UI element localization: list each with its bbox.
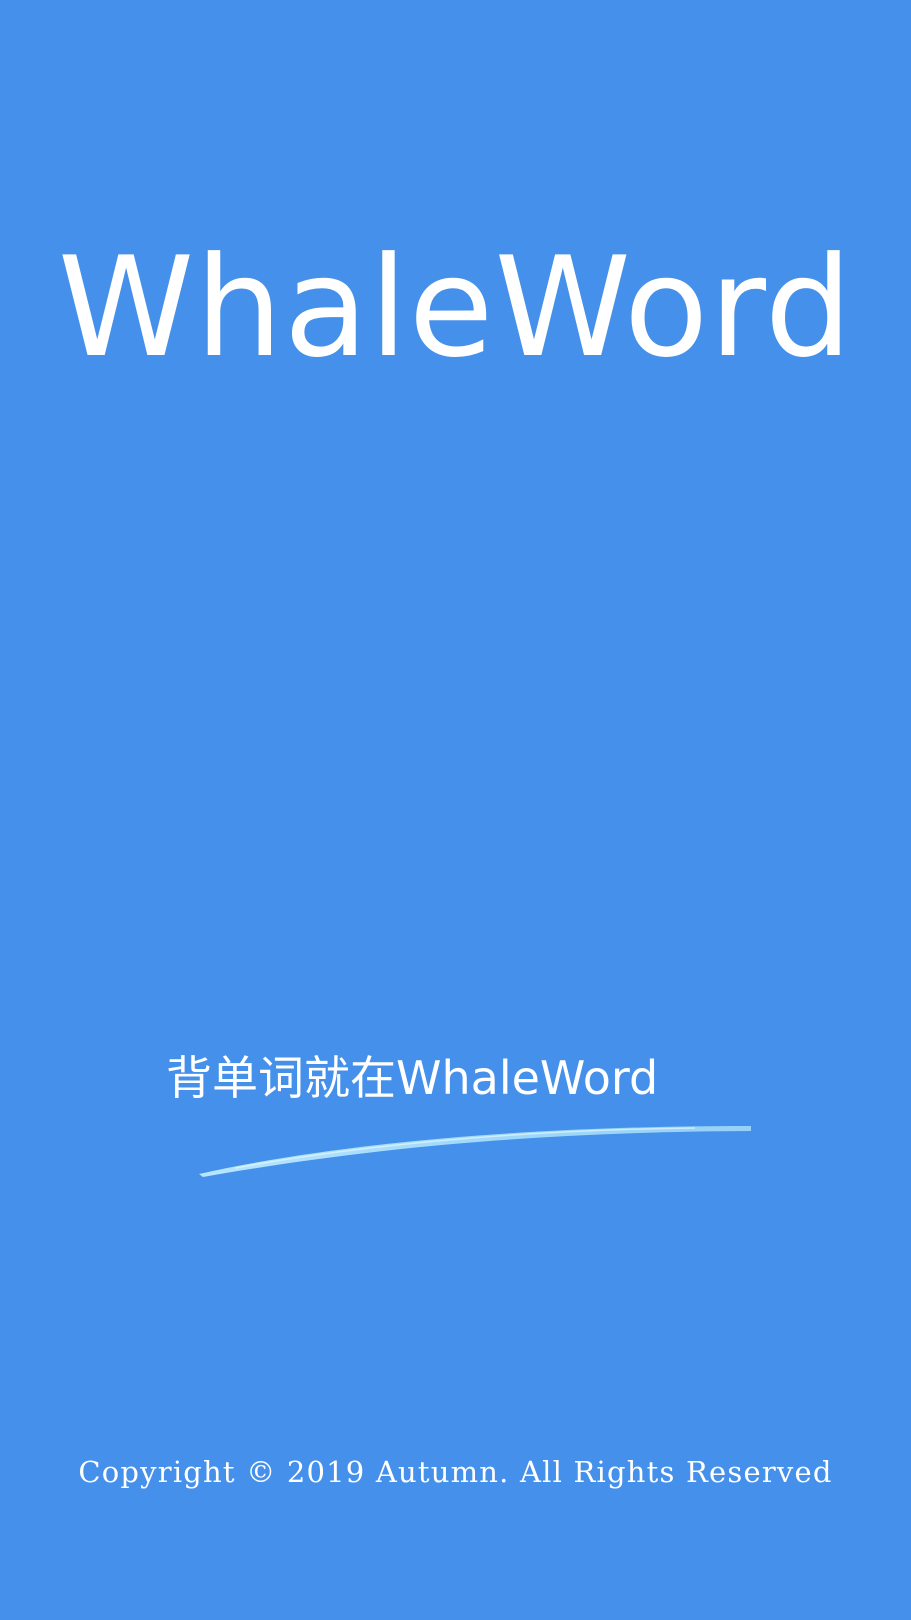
app-title: WhaleWord <box>57 227 854 388</box>
copyright-text: Copyright © 2019 Autumn. All Rights Rese… <box>78 1455 833 1489</box>
brush-stroke-decoration <box>199 1126 751 1177</box>
slogan-text: 背单词就在WhaleWord <box>166 1051 659 1105</box>
splash-screen: WhaleWord 背单词就在WhaleWord Copyright © 201… <box>0 0 911 1620</box>
